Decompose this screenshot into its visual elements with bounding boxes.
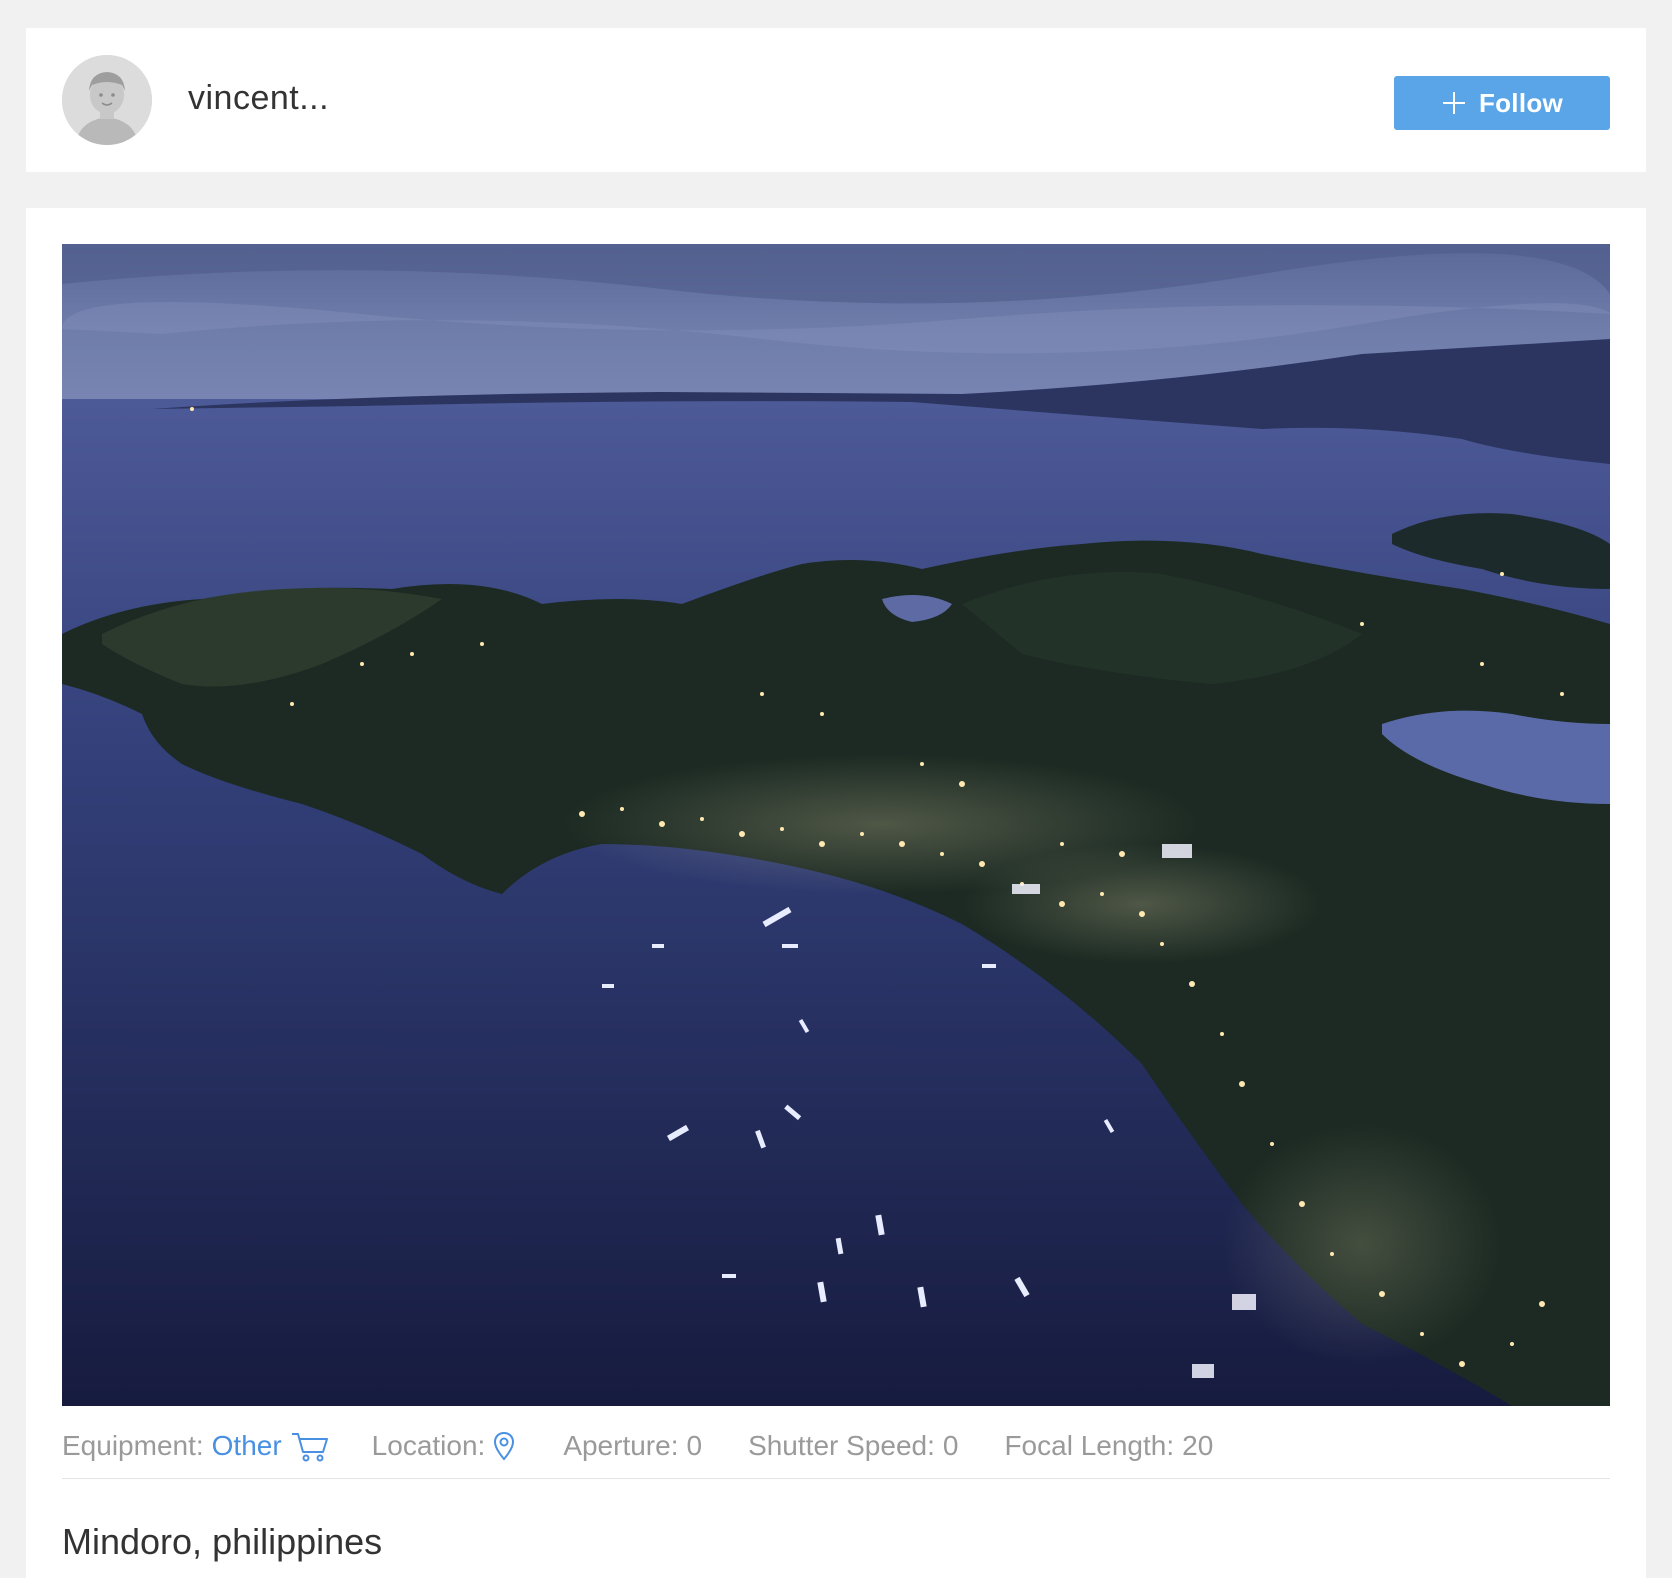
follow-button-label: Follow [1478, 87, 1564, 118]
focal-length-label: Focal Length: [1004, 1430, 1175, 1461]
shutter-speed-meta: Shutter Speed: 0 [748, 1430, 958, 1462]
post-caption: Mindoro, philippines [62, 1521, 383, 1562]
username[interactable]: vincent... [188, 78, 329, 118]
equipment-label: Equipment: [62, 1430, 204, 1461]
shutter-speed-value: 0 [942, 1430, 959, 1461]
photo-meta-row: Equipment: Other Location: Aperture: 0 S… [62, 1414, 1610, 1479]
focal-length-meta: Focal Length: 20 [1004, 1430, 1213, 1462]
location-label: Location: [371, 1430, 486, 1461]
post-photo[interactable] [62, 244, 1610, 1406]
equipment-link[interactable]: Other [212, 1430, 282, 1462]
map-pin-icon[interactable] [493, 1431, 515, 1461]
aperture-value: 0 [686, 1430, 703, 1461]
shutter-speed-label: Shutter Speed: [748, 1430, 935, 1461]
aperture-meta: Aperture: 0 [563, 1430, 702, 1462]
aperture-label: Aperture: [563, 1430, 679, 1461]
aerial-photo-image [62, 244, 1610, 1406]
user-avatar-icon [62, 55, 152, 145]
cart-icon[interactable] [290, 1430, 330, 1462]
location-meta: Location: [372, 1430, 516, 1462]
user-header-card: vincent... Follow [26, 28, 1646, 172]
post-card: Equipment: Other Location: Aperture: 0 S… [26, 208, 1646, 1578]
focal-length-value: 20 [1182, 1430, 1214, 1461]
follow-button[interactable]: Follow [1394, 76, 1610, 130]
plus-icon [1442, 92, 1465, 114]
equipment-meta: Equipment: Other [62, 1430, 330, 1462]
avatar[interactable] [62, 55, 152, 145]
